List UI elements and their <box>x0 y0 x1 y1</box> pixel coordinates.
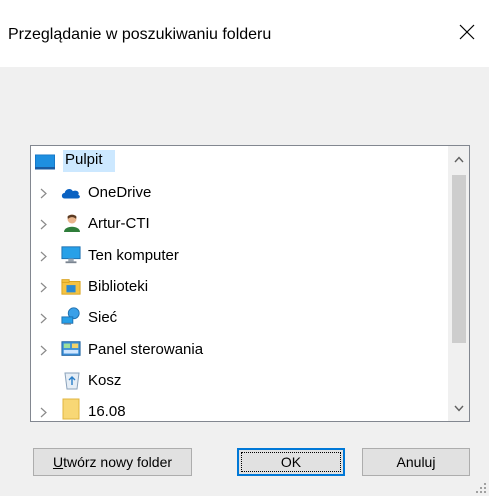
chevron-right-icon[interactable] <box>38 218 48 230</box>
folder-tree[interactable]: Pulpit OneDrive Artur-CTI Ten komputer B… <box>30 145 470 422</box>
chevron-up-icon <box>454 155 464 162</box>
tree-item-label: Panel sterowania <box>88 341 204 358</box>
recycle-bin-icon <box>62 370 82 390</box>
chevron-right-icon[interactable] <box>38 250 48 262</box>
resize-grip-icon[interactable] <box>475 482 487 494</box>
vertical-scrollbar[interactable] <box>448 146 469 421</box>
chevron-down-icon <box>454 405 464 412</box>
control-panel-icon <box>61 339 81 359</box>
tree-item-onedrive[interactable]: OneDrive <box>31 177 449 208</box>
new-folder-accelerator: U <box>52 454 64 470</box>
tree-item-ten-komputer[interactable]: Ten komputer <box>31 240 449 271</box>
browse-folder-dialog: Przeglądanie w poszukiwaniu folderu Pulp… <box>0 0 489 496</box>
title-bar: Przeglądanie w poszukiwaniu folderu <box>0 0 489 67</box>
new-folder-label: twórz nowy folder <box>63 454 173 470</box>
tree-item-16-08[interactable]: 16.08 <box>31 396 449 421</box>
computer-icon <box>61 245 81 265</box>
tree-item-biblioteki[interactable]: Biblioteki <box>31 271 449 302</box>
user-icon <box>62 213 82 233</box>
ok-button[interactable]: OK <box>237 448 345 476</box>
chevron-right-icon[interactable] <box>38 187 48 199</box>
tree-item-siec[interactable]: Sieć <box>31 302 449 333</box>
chevron-right-icon[interactable] <box>38 281 48 293</box>
tree-item-panel-sterowania[interactable]: Panel sterowania <box>31 334 449 365</box>
folder-tree-list: Pulpit OneDrive Artur-CTI Ten komputer B… <box>31 146 449 421</box>
tree-item-label: Sieć <box>88 309 118 326</box>
chevron-right-icon[interactable] <box>38 344 48 356</box>
network-icon <box>61 306 81 326</box>
onedrive-cloud-icon <box>61 183 81 203</box>
scroll-down-button[interactable] <box>449 398 469 418</box>
cancel-button[interactable]: Anuluj <box>362 448 470 476</box>
ok-label: OK <box>280 454 302 470</box>
close-icon <box>459 24 475 40</box>
tree-item-label: OneDrive <box>88 184 152 201</box>
tree-item-label: Biblioteki <box>88 278 149 295</box>
cancel-label: Anuluj <box>396 454 436 470</box>
tree-item-artur-cti[interactable]: Artur-CTI <box>31 208 449 239</box>
new-folder-button[interactable]: Utwórz nowy folder <box>33 448 192 476</box>
tree-item-label: Pulpit <box>65 151 103 168</box>
close-button[interactable] <box>445 12 489 52</box>
chevron-right-icon[interactable] <box>38 312 48 324</box>
folder-icon <box>61 398 81 420</box>
tree-item-kosz[interactable]: Kosz <box>31 365 449 396</box>
dialog-title: Przeglądanie w poszukiwaniu folderu <box>8 26 272 43</box>
tree-item-label: Kosz <box>88 372 122 389</box>
scroll-up-button[interactable] <box>449 149 469 169</box>
desktop-icon <box>35 152 55 172</box>
tree-item-label: 16.08 <box>88 403 126 420</box>
libraries-icon <box>61 276 81 296</box>
tree-item-pulpit[interactable]: Pulpit <box>31 146 449 177</box>
tree-item-label: Artur-CTI <box>88 215 150 232</box>
scroll-thumb[interactable] <box>452 175 466 343</box>
tree-item-label: Ten komputer <box>88 247 179 264</box>
chevron-right-icon[interactable] <box>38 406 48 418</box>
